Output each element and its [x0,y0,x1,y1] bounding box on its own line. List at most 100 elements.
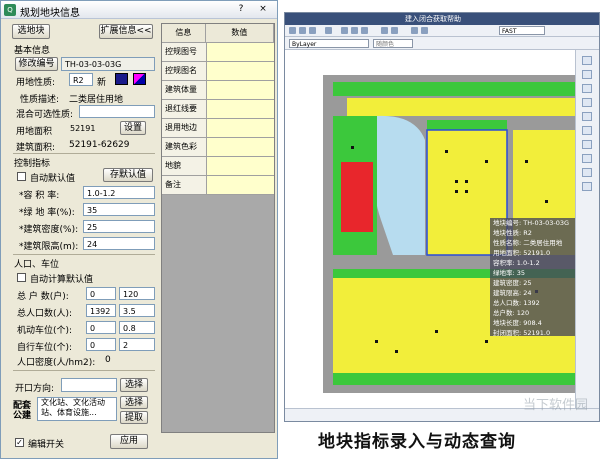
green-rate-label: *绿 地 率(%): [19,208,75,218]
facilities-field[interactable]: 文化站、文化活动站、体育设施... [37,397,117,421]
grid-row[interactable]: 控规图名 [162,62,274,81]
tooltip-line: 地块编号: TH-03-03-03G [493,219,570,227]
auto-default-checkbox[interactable] [17,172,26,181]
grid-value[interactable] [206,43,274,62]
grid-value[interactable] [206,176,274,195]
grid-key: 备注 [162,176,207,195]
land-nature-field[interactable]: R2 [69,73,93,86]
set-area-button[interactable]: 设置 [120,121,146,135]
population-max-field[interactable]: 3.5 [119,304,155,317]
mixed-nature-label: 混合可选性质: [16,110,74,120]
grid-value[interactable] [206,100,274,119]
scale-tool-icon[interactable] [582,182,592,191]
grid-row[interactable]: 地貌 [162,157,274,176]
save-icon[interactable] [309,27,316,34]
grid-header: 信息 数值 [162,24,274,43]
dialog-titlebar: Q 规划地块信息 ? × [1,1,277,19]
bike-parking-label: 自行车位(个): [17,343,73,353]
redo-icon[interactable] [391,27,398,34]
divider [13,254,155,255]
move-tool-icon[interactable] [582,154,592,163]
grid-value[interactable] [206,138,274,157]
auto-calc-checkbox[interactable] [17,273,26,282]
bike-parking-max-field[interactable]: 2 [119,338,155,351]
opening-direction-field[interactable] [61,378,117,392]
far-field[interactable]: 1.0-1.2 [83,186,155,199]
grid-key: 地貌 [162,157,207,176]
line-tool-icon[interactable] [582,56,592,65]
height-limit-field[interactable]: 24 [83,237,155,250]
cad-drawing-canvas[interactable]: 地块编号: TH-03-03-03G 地块性质: R2 性质名称: 二类居住用地 用地… [285,50,575,408]
grid-row[interactable]: 控规图号 [162,43,274,62]
attribute-grid[interactable]: 信息 数值 控规图号 控规图名 建筑体量 退红线要 退用地边 建筑色彩 地貌 备注 [161,23,275,433]
grid-row[interactable]: 退红线要 [162,100,274,119]
print-icon[interactable] [325,27,332,34]
new-label: 新 [97,78,107,88]
select-block-button[interactable]: 选地块 [12,24,50,39]
tooltip-line: 总人口数: 1392 [493,299,540,307]
rotate-tool-icon[interactable] [582,168,592,177]
polyline-tool-icon[interactable] [582,70,592,79]
green-area [333,373,575,385]
facilities-extract-button[interactable]: 提取 [120,411,148,424]
grid-header-info: 信息 [162,24,206,43]
text-style-select[interactable]: FAST [499,26,545,35]
open-icon[interactable] [299,27,306,34]
color-select[interactable]: 随颜色 [373,39,413,48]
save-default-button[interactable]: 存默认值 [103,168,153,182]
apply-button[interactable]: 应用 [110,434,148,449]
households-max-field[interactable]: 120 [119,287,155,300]
close-button[interactable]: × [255,3,271,17]
basic-info-heading: 基本信息 [14,46,51,56]
grid-row[interactable]: 备注 [162,176,274,195]
copy-icon[interactable] [351,27,358,34]
modify-code-button[interactable]: 修改编号 [15,57,58,71]
motor-parking-max-field[interactable]: 0.8 [119,321,155,334]
pattern-swatch-button[interactable] [133,73,146,85]
grid-value[interactable] [206,81,274,100]
grid-key: 退用地边 [162,119,207,138]
zoom-icon[interactable] [411,27,418,34]
bike-parking-min-field[interactable]: 0 [86,338,116,351]
pan-icon[interactable] [421,27,428,34]
land-area-value: 52191 [70,124,96,133]
households-min-field[interactable]: 0 [86,287,116,300]
expand-info-button[interactable]: 扩展信息<< [99,24,153,39]
new-icon[interactable] [289,27,296,34]
mixed-nature-field[interactable] [79,105,155,118]
cad-toolbar: FAST [285,25,599,37]
layer-select[interactable]: ByLayer [289,39,369,48]
hatch-tool-icon[interactable] [582,126,592,135]
grid-row[interactable]: 退用地边 [162,119,274,138]
grid-value[interactable] [206,119,274,138]
density-field[interactable]: 25 [83,220,155,233]
text-tool-icon[interactable] [582,140,592,149]
block-code-field[interactable]: TH-03-03-03G [61,57,155,71]
help-button[interactable]: ? [233,3,249,17]
opening-select-button[interactable]: 选择 [120,378,148,392]
grid-row[interactable]: 建筑体量 [162,81,274,100]
paste-icon[interactable] [361,27,368,34]
height-limit-label: *建筑限高(m): [19,242,79,252]
building-area-value: 52191-62629 [69,140,130,150]
population-min-field[interactable]: 1392 [86,304,116,317]
circle-tool-icon[interactable] [582,84,592,93]
cad-side-toolbar [575,50,599,408]
grid-row[interactable]: 建筑色彩 [162,138,274,157]
tooltip-line: 性质名称: 二类居住用地 [493,239,563,247]
facilities-select-button[interactable]: 选择 [120,396,148,409]
edit-switch-checkbox[interactable]: ✓ [15,438,24,447]
color-swatch-button[interactable] [115,73,128,85]
opening-direction-label: 开口方向: [15,384,55,394]
block-info-dialog: Q 规划地块信息 ? × 选地块 扩展信息<< 基本信息 修改编号 TH-03-… [0,0,278,459]
arc-tool-icon[interactable] [582,98,592,107]
rect-tool-icon[interactable] [582,112,592,121]
cut-icon[interactable] [341,27,348,34]
undo-icon[interactable] [381,27,388,34]
grid-value[interactable] [206,157,274,176]
nature-desc-value: 二类居住用地 [69,95,124,105]
density-label: *建筑密度(%): [19,225,79,235]
motor-parking-min-field[interactable]: 0 [86,321,116,334]
grid-value[interactable] [206,62,274,81]
green-rate-field[interactable]: 35 [83,203,155,216]
